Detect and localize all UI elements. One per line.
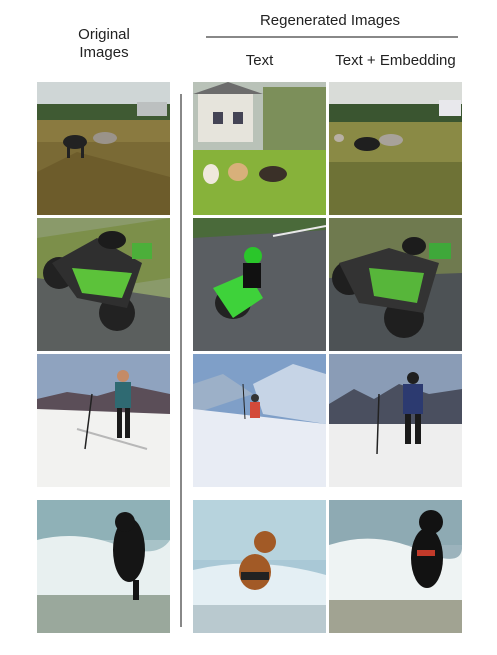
text-column-header: Text	[245, 52, 274, 69]
original-header-line2: Images	[79, 44, 129, 61]
embedding-image-skier	[329, 354, 462, 487]
original-image-dog-surf	[37, 500, 170, 633]
original-header-line1: Original	[78, 26, 130, 43]
text-image-motorcycle	[193, 218, 326, 351]
original-image-dogs-field	[37, 82, 170, 215]
regenerated-images-header: Regenerated Images	[259, 12, 401, 29]
text-image-dogs-field	[193, 82, 326, 215]
column-divider	[180, 94, 182, 627]
text-image-skier	[193, 354, 326, 487]
original-image-skier	[37, 354, 170, 487]
embedding-image-dog-surf	[329, 500, 462, 633]
original-image-motorcycle	[37, 218, 170, 351]
text-embedding-column-header: Text + Embedding	[335, 52, 456, 69]
embedding-image-dogs-field	[329, 82, 462, 215]
regenerated-underline	[206, 36, 458, 38]
original-images-header: Original Images	[48, 26, 160, 62]
text-image-dog-surf	[193, 500, 326, 633]
embedding-image-motorcycle	[329, 218, 462, 351]
